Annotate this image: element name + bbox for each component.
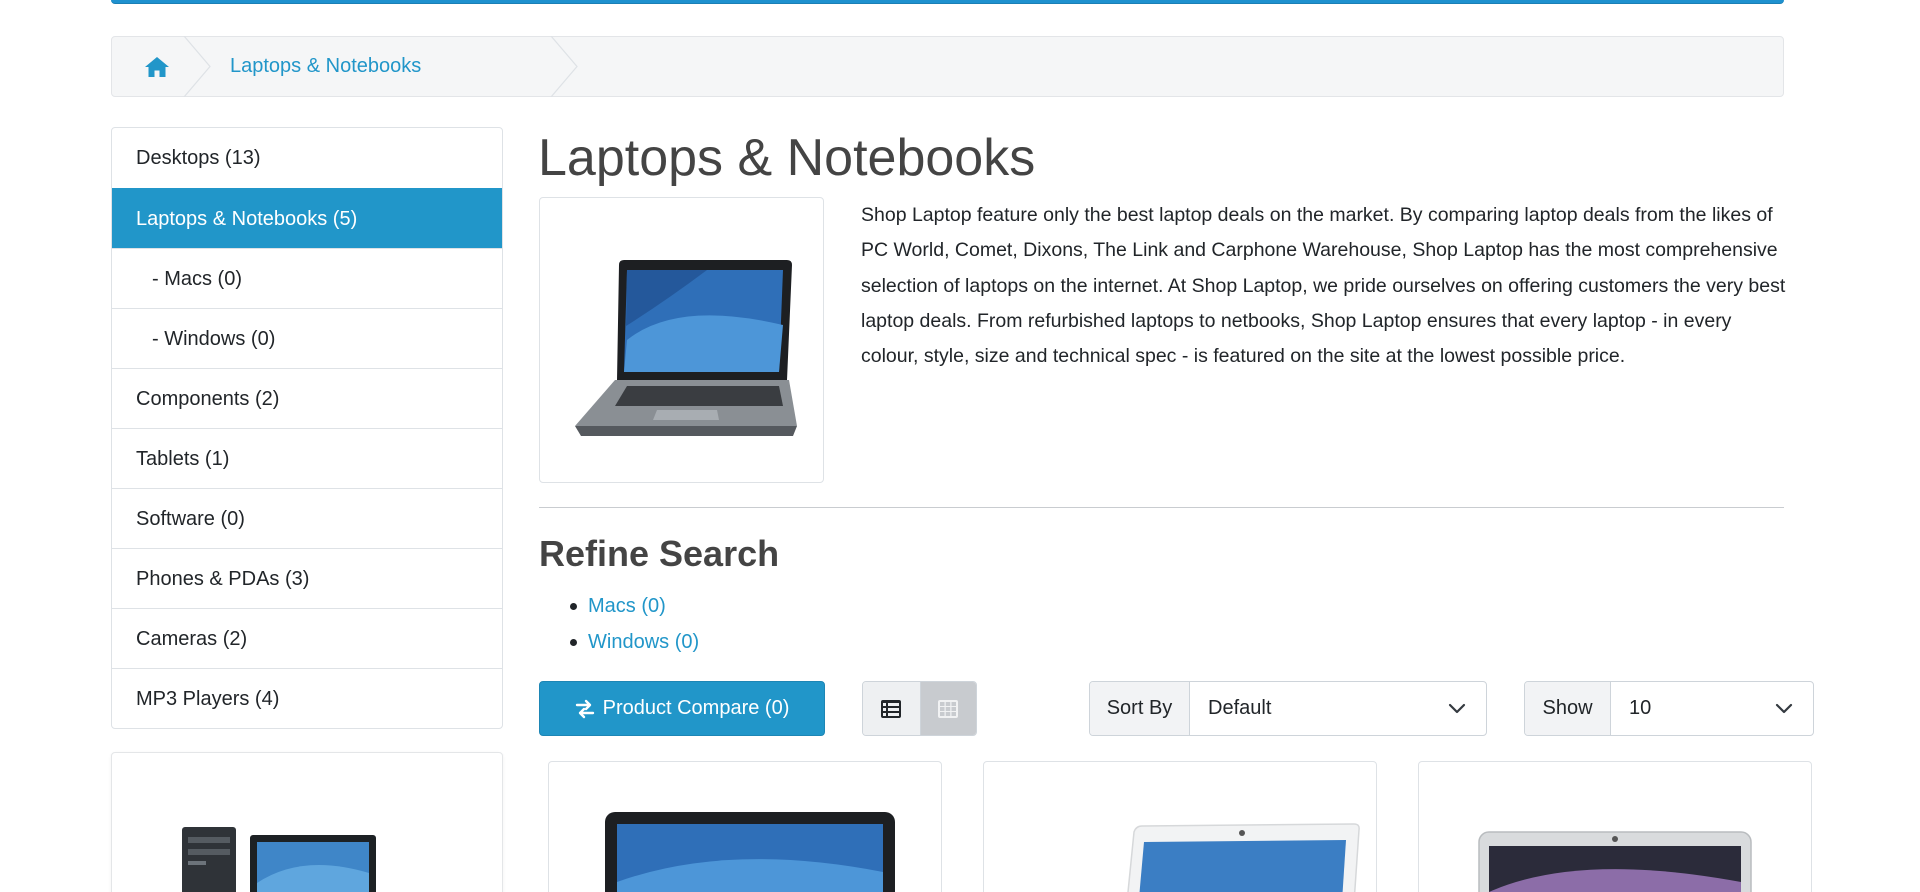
product-compare-button[interactable]: Product Compare (0) [539, 681, 825, 736]
home-icon [145, 56, 169, 77]
page-title: Laptops & Notebooks [538, 129, 1036, 187]
list-view-button[interactable] [863, 682, 920, 735]
product-compare-label: Product Compare (0) [602, 697, 790, 719]
show-limit-select[interactable]: 10 [1611, 682, 1813, 735]
product-image [605, 812, 895, 892]
sidebar-item-macs[interactable]: - Macs (0) [112, 248, 502, 308]
product-card[interactable] [1418, 761, 1812, 892]
desktop-computer-image [182, 827, 376, 892]
show-limit-value: 10 [1629, 697, 1652, 719]
refine-search-heading: Refine Search [539, 533, 780, 574]
sidebar-item-cameras[interactable]: Cameras (2) [112, 608, 502, 668]
show-limit-label: Show [1525, 682, 1611, 735]
refine-link-macs[interactable]: Macs (0) [588, 595, 666, 617]
product-card[interactable] [548, 761, 942, 892]
sidebar-item-windows[interactable]: - Windows (0) [112, 308, 502, 368]
grid-view-button[interactable] [919, 682, 976, 735]
product-image [1127, 823, 1360, 892]
sidebar-item-components[interactable]: Components (2) [112, 368, 502, 428]
refine-link-windows[interactable]: Windows (0) [588, 631, 699, 653]
breadcrumb-separator [183, 36, 211, 97]
top-accent-bar [111, 0, 1784, 4]
breadcrumb-separator [550, 36, 578, 97]
breadcrumb: Laptops & Notebooks [111, 36, 1784, 97]
sort-by-group: Sort By Default [1089, 681, 1487, 736]
refine-search-list: Macs (0) Windows (0) [568, 588, 699, 660]
category-sidebar: Desktops (13) Laptops & Notebooks (5) - … [111, 127, 503, 729]
laptop-image [574, 260, 797, 436]
exchange-icon [575, 699, 594, 718]
sidebar-banner[interactable] [111, 752, 503, 892]
sidebar-item-tablets[interactable]: Tablets (1) [112, 428, 502, 488]
sort-by-select[interactable]: Default [1190, 682, 1486, 735]
show-limit-group: Show 10 [1524, 681, 1814, 736]
sidebar-item-software[interactable]: Software (0) [112, 488, 502, 548]
sidebar-item-mp3-players[interactable]: MP3 Players (4) [112, 668, 502, 728]
view-toggle-group [862, 681, 977, 736]
grid-icon [938, 699, 959, 718]
sidebar-item-desktops[interactable]: Desktops (13) [112, 128, 502, 188]
sort-by-label: Sort By [1090, 682, 1190, 735]
chevron-down-icon [1775, 703, 1793, 713]
list-item: Macs (0) [568, 588, 699, 624]
product-card[interactable] [983, 761, 1377, 892]
breadcrumb-item-laptops[interactable]: Laptops & Notebooks [230, 55, 421, 78]
breadcrumb-home[interactable] [112, 36, 211, 97]
section-divider [539, 507, 1784, 508]
list-icon [881, 699, 902, 718]
sort-by-value: Default [1208, 697, 1272, 719]
sidebar-item-laptops-notebooks[interactable]: Laptops & Notebooks (5) [112, 188, 502, 248]
list-item: Windows (0) [568, 624, 699, 660]
sidebar-item-phones-pdas[interactable]: Phones & PDAs (3) [112, 548, 502, 608]
category-description: Shop Laptop feature only the best laptop… [861, 204, 1786, 368]
product-image [1478, 831, 1752, 892]
chevron-down-icon [1448, 703, 1466, 713]
category-image [539, 197, 824, 483]
